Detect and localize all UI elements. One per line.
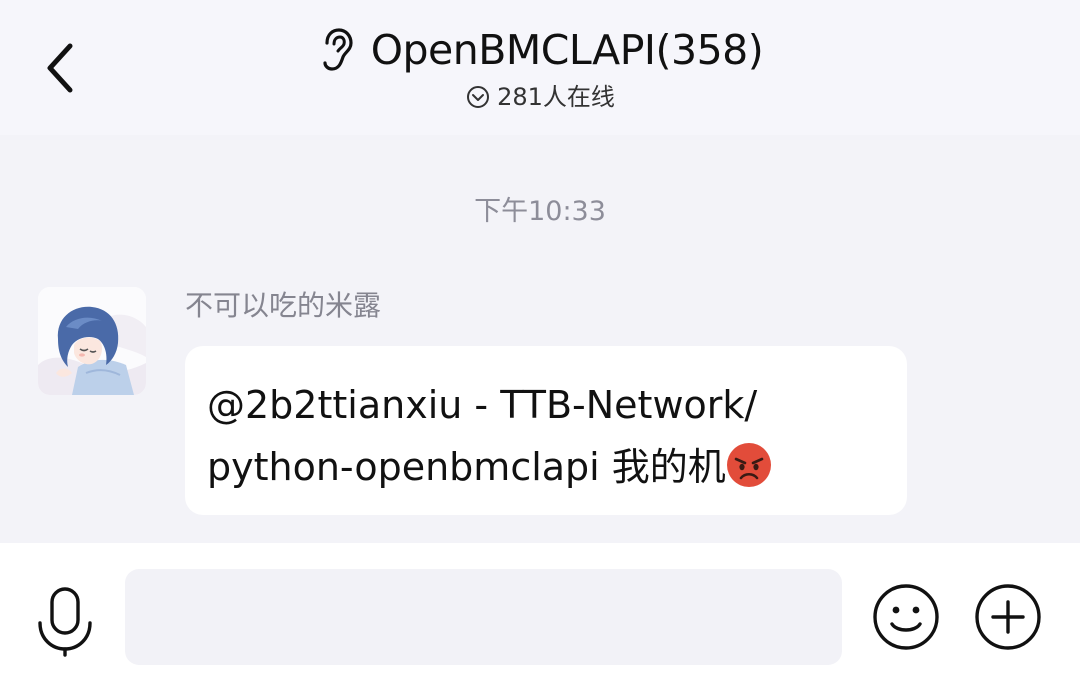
smiley-icon [873,584,939,650]
emoji-button[interactable] [870,581,942,653]
message-bubble[interactable]: @2b2ttianxiu - TTB-Network/ python-openb… [185,346,907,515]
chat-screen: OpenBMCLAPI(358) 281人在线 下午10:33 不可以吃的米露 … [0,0,1080,693]
microphone-icon [38,587,92,657]
message-line-with-emoji: python-openbmclapi 我的机 [207,436,887,498]
online-status[interactable]: 281人在线 [0,80,1080,114]
chat-header: OpenBMCLAPI(358) 281人在线 [0,0,1080,135]
ear-icon[interactable] [317,26,357,74]
title-row: OpenBMCLAPI(358) [0,22,1080,78]
plus-circle-icon [975,584,1041,650]
message-line: @2b2ttianxiu - TTB-Network/ [207,383,758,427]
voice-button[interactable] [30,583,100,659]
online-count: 281人在线 [497,83,615,111]
message-line: python-openbmclapi 我的机 [207,445,726,489]
message-timestamp: 下午10:33 [474,196,606,227]
angry-face-emoji [726,443,771,487]
sender-name[interactable]: 不可以吃的米露 [185,286,381,326]
more-button[interactable] [972,581,1044,653]
avatar[interactable] [38,287,146,395]
input-bar [0,543,1080,693]
group-title[interactable]: OpenBMCLAPI(358) [371,22,764,78]
message-input[interactable] [125,569,842,665]
chevron-down-circle-icon [465,84,491,110]
anime-avatar-image [38,287,146,395]
